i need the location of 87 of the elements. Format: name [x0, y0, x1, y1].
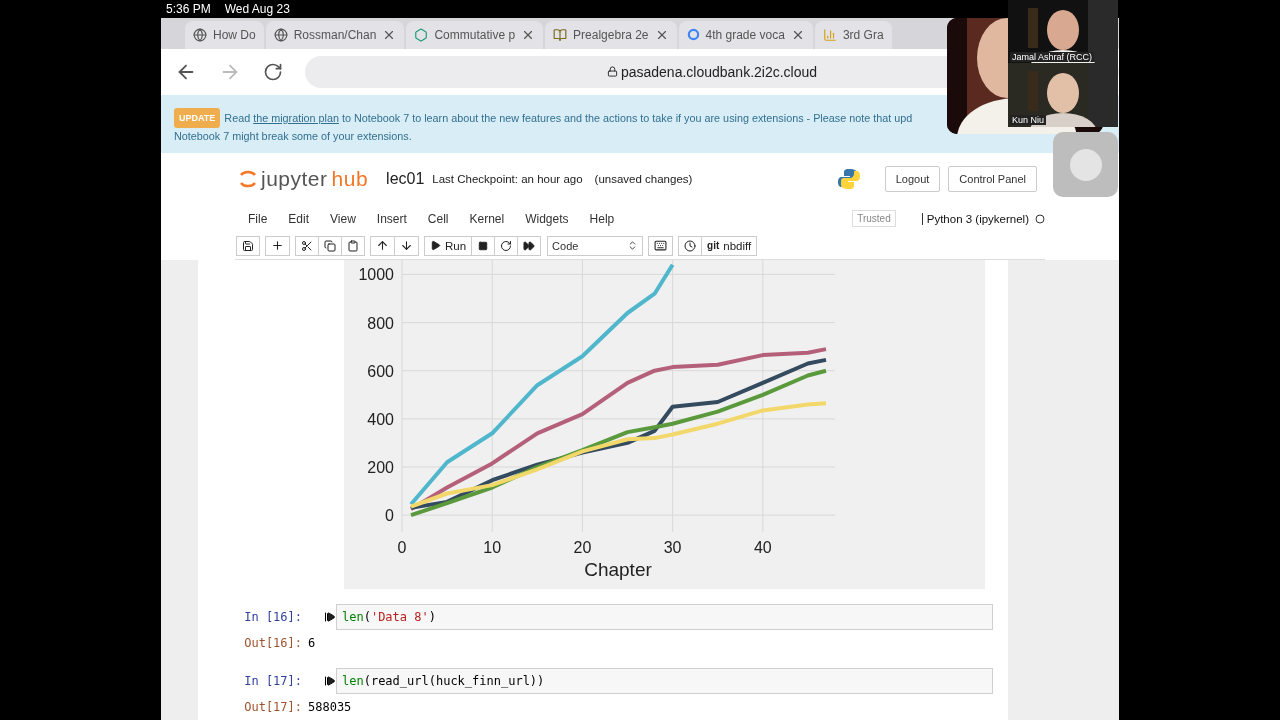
fast-forward-button[interactable]	[517, 235, 542, 256]
browser-tab[interactable]: 4th grade voca	[678, 20, 813, 49]
unsaved-text: (unsaved changes)	[594, 173, 693, 186]
kernel-name: Python 3 (ipykernel)	[921, 212, 1045, 225]
run-cell-icon[interactable]	[324, 675, 336, 687]
stop-icon	[478, 240, 489, 251]
book-icon	[553, 27, 568, 42]
x-tick-label: 10	[483, 539, 502, 556]
checkpoint-text: Last Checkpoint: an hour ago	[432, 173, 583, 186]
keyboard-button[interactable]	[648, 235, 674, 256]
jupyterhub-logo[interactable]: jupyter hub	[239, 167, 369, 192]
menu-item[interactable]: Widgets	[516, 211, 581, 226]
output-prompt: Out[17]:	[243, 700, 303, 714]
migration-link[interactable]: the migration plan	[253, 111, 339, 124]
cell-output: 6	[308, 636, 316, 650]
menu-item[interactable]: File	[239, 211, 280, 226]
kernel-idle-icon	[1035, 213, 1045, 224]
play-icon	[430, 240, 441, 252]
y-tick-label: 0	[385, 507, 394, 525]
header-button[interactable]: Logout	[884, 166, 941, 193]
save-button[interactable]	[236, 235, 260, 256]
globe-icon	[193, 27, 207, 42]
y-tick-label: 400	[367, 410, 394, 428]
browser-tab[interactable]: Commutative p	[406, 20, 544, 49]
menu-item[interactable]: Cell	[418, 211, 461, 226]
copy-icon	[324, 239, 336, 252]
x-tick-label: 20	[573, 539, 592, 556]
y-tick-label: 800	[367, 314, 394, 332]
menu-item[interactable]: View	[321, 211, 368, 226]
globe-icon	[273, 27, 288, 42]
output-prompt: Out[16]:	[243, 636, 303, 650]
banner-message: Read the migration plan to Notebook 7 to learn about the new features and the actions to take if you are using extensions - Please note that upd	[224, 110, 913, 126]
move-down-button[interactable]	[394, 235, 419, 256]
cell-type-select[interactable]: Code	[547, 235, 644, 256]
x-tick-label: 30	[663, 539, 682, 556]
clock-icon	[684, 239, 697, 252]
notebook-name[interactable]: lec01	[386, 170, 425, 189]
cut-button[interactable]	[295, 235, 319, 256]
x-tick-label: 0	[397, 539, 407, 556]
input-prompt: In [17]:	[243, 674, 302, 688]
history-button[interactable]	[678, 235, 703, 256]
paste-button[interactable]	[341, 235, 365, 256]
y-tick-label: 1000	[358, 266, 394, 284]
arrow-up-icon	[376, 239, 389, 253]
status-date: Wed Aug 23	[224, 2, 290, 16]
banner-message: Notebook 7 might break some of your extensions.	[174, 128, 412, 144]
python-logo-icon	[836, 167, 861, 192]
scissors-icon	[301, 239, 313, 252]
input-prompt: In [16]:	[243, 610, 302, 624]
stop-button[interactable]	[471, 235, 496, 256]
plus-icon	[271, 239, 284, 253]
header-button[interactable]: Control Panel	[948, 166, 1037, 193]
menu-item[interactable]: Kernel	[460, 211, 517, 226]
arrow-down-icon	[400, 239, 413, 253]
lock-icon	[606, 66, 618, 78]
hexagon-icon	[414, 27, 429, 42]
move-up-button[interactable]	[370, 235, 395, 256]
x-axis-label: Chapter	[584, 559, 652, 580]
menu-item[interactable]: Insert	[367, 211, 419, 226]
nbdiff-button[interactable]: git nbdiff	[701, 235, 758, 256]
restart-icon	[500, 239, 513, 252]
trusted-badge[interactable]: Trusted	[852, 210, 896, 228]
browser-tab[interactable]: 3rd Gra	[814, 20, 892, 49]
y-tick-label: 200	[367, 459, 394, 476]
code-input[interactable]: len(read_url(huck_finn_url))	[336, 668, 993, 694]
x-tick-label: 40	[753, 539, 772, 556]
cell-output: 588035	[308, 700, 352, 714]
reload-icon[interactable]	[263, 61, 283, 82]
clipboard-icon	[347, 239, 359, 252]
fast-forward-icon	[523, 239, 536, 252]
code-input[interactable]: len('Data 8')	[336, 604, 993, 630]
y-tick-label: 600	[367, 362, 394, 380]
keyboard-icon	[654, 239, 668, 253]
update-badge: UPDATE	[174, 107, 221, 128]
bar-chart-icon	[822, 27, 837, 42]
status-time: 5:36 PM	[166, 2, 211, 16]
restart-button[interactable]	[494, 235, 519, 256]
browser-tab[interactable]: How Do	[185, 20, 264, 49]
browser-tab[interactable]: Rossman/Chan	[265, 20, 405, 49]
browser-tab[interactable]: Prealgebra 2e	[545, 20, 677, 49]
run-cell-icon[interactable]	[324, 611, 336, 623]
save-icon	[242, 239, 254, 252]
circle-icon	[1068, 147, 1103, 182]
menu-item[interactable]: Edit	[279, 211, 322, 226]
menu-item[interactable]: Help	[580, 211, 627, 226]
run-button[interactable]: Run	[424, 235, 473, 256]
add-cell-button[interactable]	[265, 235, 290, 256]
